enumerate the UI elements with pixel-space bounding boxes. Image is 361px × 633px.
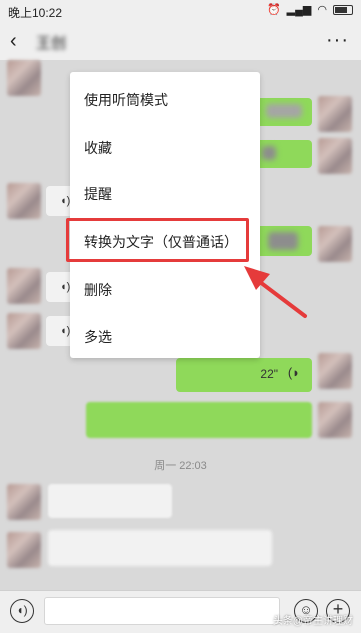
more-icon[interactable]: ··· (326, 30, 349, 50)
menu-item-favorite[interactable]: 收藏 (70, 126, 260, 166)
avatar[interactable] (7, 268, 41, 304)
avatar[interactable] (318, 353, 352, 389)
battery-icon (333, 5, 353, 15)
voice-wave-icon: ◖) (60, 325, 71, 337)
voice-wave-icon: (◗ (287, 365, 300, 380)
menu-item-earpiece-mode[interactable]: 使用听筒模式 (70, 78, 260, 118)
date-separator: 周一 22:03 (154, 460, 207, 472)
avatar[interactable] (318, 96, 352, 132)
avatar[interactable] (7, 60, 41, 96)
context-menu: 使用听筒模式 收藏 提醒 转换为文字（仅普通话） 删除 多选 (70, 72, 260, 358)
wifi-icon: ◠ (317, 4, 327, 16)
voice-wave-icon: ◖) (60, 281, 71, 293)
menu-item-label: 多选 (84, 329, 112, 345)
chat-header: ‹ 王创 ··· (0, 22, 361, 60)
redacted-text (268, 232, 298, 250)
voice-input-icon[interactable]: ◖) (10, 599, 34, 623)
back-icon[interactable]: ‹ (10, 30, 30, 52)
message-bubble[interactable] (48, 530, 272, 566)
watermark: 头条@帝主讲理财 (272, 616, 353, 627)
menu-item-multi-select[interactable]: 多选 (70, 315, 260, 355)
menu-item-label: 删除 (84, 282, 112, 298)
status-time: 晚上10:22 (8, 6, 63, 20)
message-bubble[interactable] (86, 402, 312, 438)
voice-duration: 22" (260, 367, 278, 381)
avatar[interactable] (7, 484, 41, 520)
alarm-icon: ⏰ (266, 4, 281, 16)
menu-item-label: 提醒 (84, 186, 112, 202)
redacted-text (262, 146, 276, 160)
status-bar: 晚上10:22 ⏰ ▂▄▆ ◠ (0, 0, 361, 22)
menu-item-label: 收藏 (84, 140, 112, 156)
status-icons: ⏰ ▂▄▆ ◠ (267, 3, 353, 17)
menu-item-label: 使用听筒模式 (84, 92, 168, 108)
voice-message-bubble[interactable]: 22" (◗ (176, 358, 312, 392)
avatar[interactable] (7, 532, 41, 568)
avatar[interactable] (318, 402, 352, 438)
signal-icon: ▂▄▆ (286, 4, 312, 16)
redacted-text (266, 104, 302, 118)
menu-item-delete[interactable]: 删除 (70, 268, 260, 308)
message-bubble[interactable] (48, 484, 172, 518)
chat-title: 王创 (36, 35, 67, 52)
menu-item-remind[interactable]: 提醒 (70, 172, 260, 212)
voice-wave-icon: ◖) (60, 195, 71, 207)
avatar[interactable] (7, 313, 41, 349)
highlight-box (66, 218, 249, 262)
avatar[interactable] (318, 138, 352, 174)
message-input[interactable] (44, 597, 280, 625)
avatar[interactable] (318, 226, 352, 262)
avatar[interactable] (7, 183, 41, 219)
